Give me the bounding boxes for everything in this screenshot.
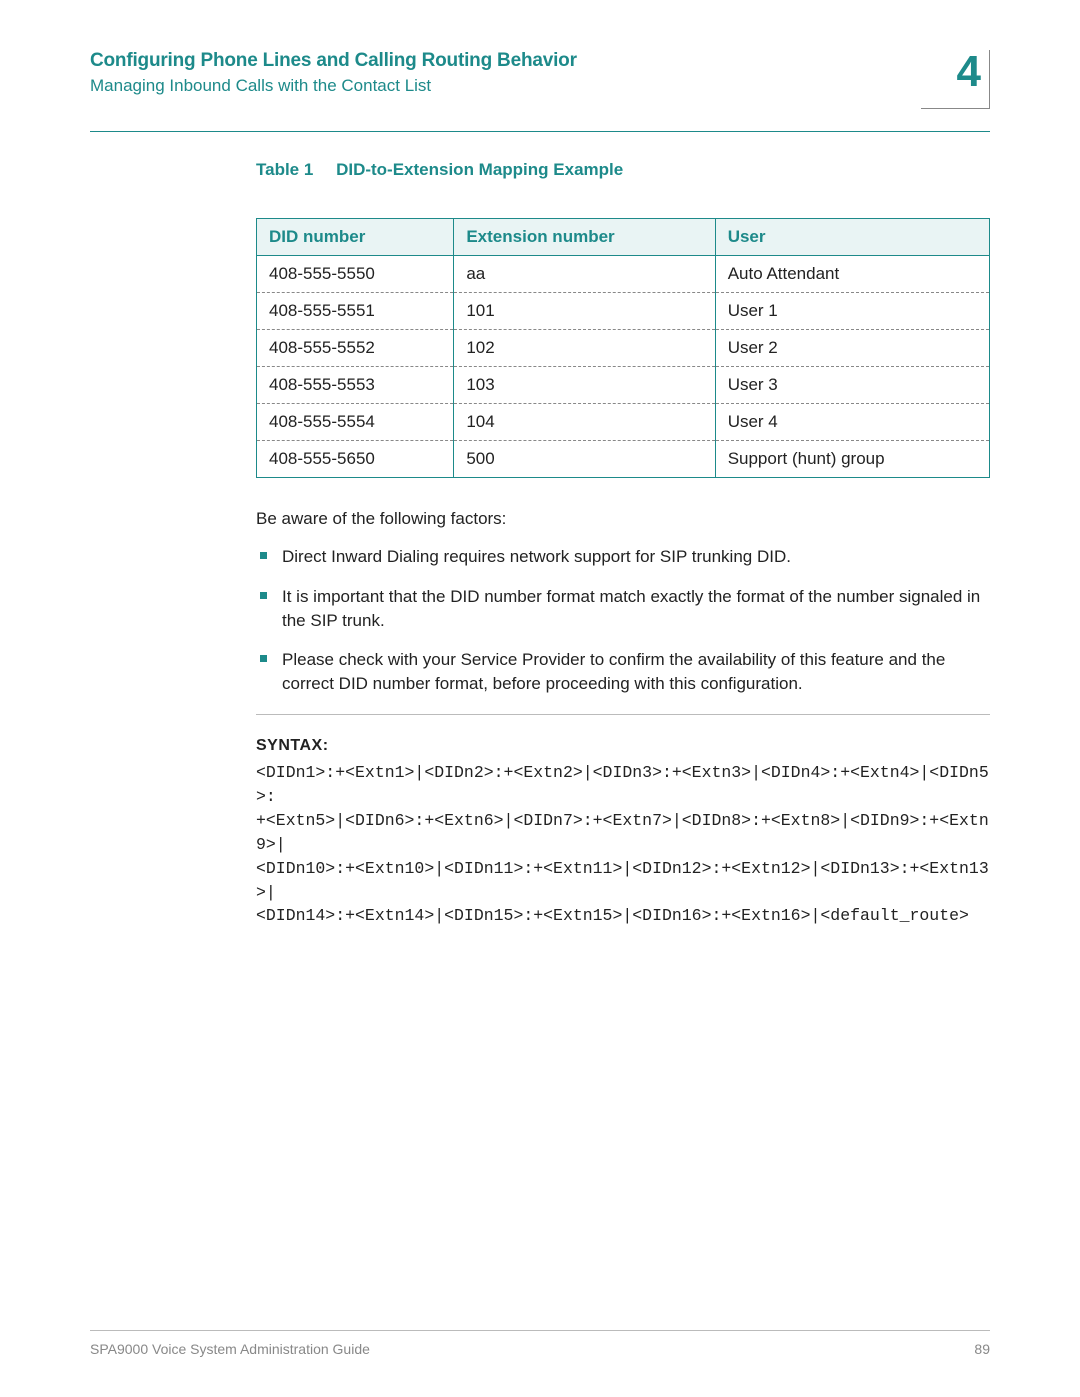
cell-user: User 3 (715, 367, 989, 404)
cell-ext: 500 (454, 441, 715, 478)
chapter-title: Configuring Phone Lines and Calling Rout… (90, 50, 921, 72)
page: Configuring Phone Lines and Calling Rout… (0, 0, 1080, 1397)
cell-ext: aa (454, 256, 715, 293)
content-area: Table 1 DID-to-Extension Mapping Example… (256, 160, 990, 928)
cell-did: 408-555-5552 (257, 330, 454, 367)
table-row: 408-555-5551 101 User 1 (257, 293, 990, 330)
factors-list: Direct Inward Dialing requires network s… (256, 545, 990, 696)
cell-did: 408-555-5650 (257, 441, 454, 478)
table-label: Table 1 (256, 160, 313, 179)
list-item: It is important that the DID number form… (256, 585, 990, 633)
cell-did: 408-555-5550 (257, 256, 454, 293)
syntax-code-block: <DIDn1>:+<Extn1>|<DIDn2>:+<Extn2>|<DIDn3… (256, 761, 990, 928)
cell-user: User 2 (715, 330, 989, 367)
cell-user: User 1 (715, 293, 989, 330)
table-row: 408-555-5553 103 User 3 (257, 367, 990, 404)
table-caption: Table 1 DID-to-Extension Mapping Example (256, 160, 990, 180)
chapter-number: 4 (921, 50, 981, 94)
cell-user: Support (hunt) group (715, 441, 989, 478)
cell-ext: 104 (454, 404, 715, 441)
col-user: User (715, 219, 989, 256)
chapter-number-box: 4 (921, 50, 990, 109)
section-title: Managing Inbound Calls with the Contact … (90, 76, 921, 96)
footer-page-number: 89 (974, 1341, 990, 1357)
table-row: 408-555-5550 aa Auto Attendant (257, 256, 990, 293)
cell-ext: 103 (454, 367, 715, 404)
list-item: Please check with your Service Provider … (256, 648, 990, 696)
table-title: DID-to-Extension Mapping Example (336, 160, 623, 179)
cell-ext: 101 (454, 293, 715, 330)
cell-user: Auto Attendant (715, 256, 989, 293)
table-row: 408-555-5650 500 Support (hunt) group (257, 441, 990, 478)
did-mapping-table: DID number Extension number User 408-555… (256, 218, 990, 478)
footer-guide-title: SPA9000 Voice System Administration Guid… (90, 1341, 370, 1357)
section-divider (256, 714, 990, 715)
page-footer: SPA9000 Voice System Administration Guid… (90, 1330, 990, 1357)
col-did-number: DID number (257, 219, 454, 256)
cell-user: User 4 (715, 404, 989, 441)
cell-ext: 102 (454, 330, 715, 367)
header-divider (90, 131, 990, 132)
syntax-heading: SYNTAX: (256, 737, 990, 755)
factors-intro: Be aware of the following factors: (256, 508, 990, 531)
footer-row: SPA9000 Voice System Administration Guid… (90, 1341, 990, 1357)
page-header: Configuring Phone Lines and Calling Rout… (90, 50, 990, 109)
col-extension-number: Extension number (454, 219, 715, 256)
table-row: 408-555-5552 102 User 2 (257, 330, 990, 367)
cell-did: 408-555-5554 (257, 404, 454, 441)
table-row: 408-555-5554 104 User 4 (257, 404, 990, 441)
footer-divider (90, 1330, 990, 1331)
table-header-row: DID number Extension number User (257, 219, 990, 256)
cell-did: 408-555-5551 (257, 293, 454, 330)
cell-did: 408-555-5553 (257, 367, 454, 404)
list-item: Direct Inward Dialing requires network s… (256, 545, 990, 569)
header-text-block: Configuring Phone Lines and Calling Rout… (90, 50, 921, 96)
